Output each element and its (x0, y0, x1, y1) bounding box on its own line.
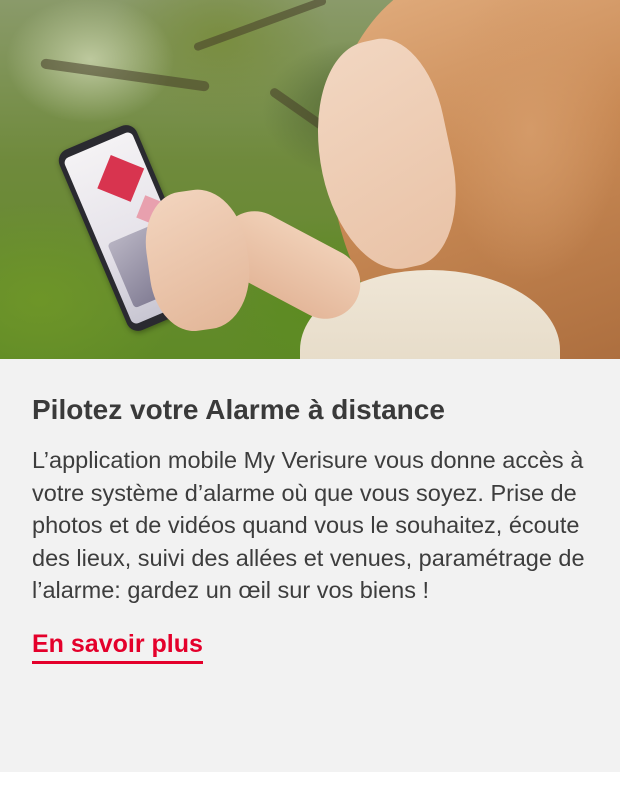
branch-shape (40, 58, 210, 92)
promo-card: Pilotez votre Alarme à distance L’applic… (0, 0, 620, 772)
card-title: Pilotez votre Alarme à distance (32, 394, 445, 425)
app-logo-diamond (97, 155, 145, 202)
card-description: L’application mobile My Verisure vous do… (32, 447, 585, 603)
learn-more-link[interactable]: En savoir plus (32, 629, 203, 664)
card-content: Pilotez votre Alarme à distance L’applic… (0, 359, 620, 664)
branch-shape (192, 0, 328, 52)
hero-image (0, 0, 620, 359)
